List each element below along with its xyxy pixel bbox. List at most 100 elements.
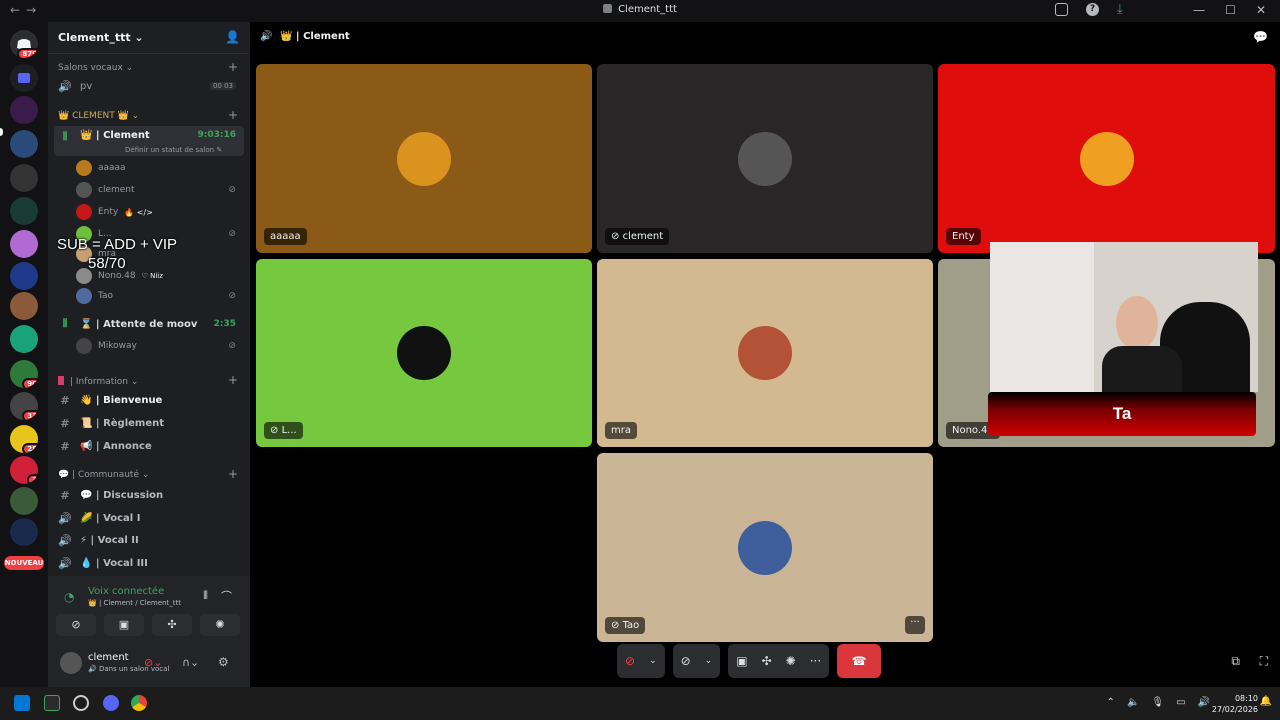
- mic-muted-icon[interactable]: ⊘⌄: [144, 656, 162, 669]
- settings-gear-icon[interactable]: ⚙: [218, 655, 229, 669]
- channel-annonce[interactable]: # 📢 | Annonce: [54, 436, 244, 456]
- voice-user[interactable]: clement ⊘: [76, 180, 240, 200]
- avatar[interactable]: [60, 652, 82, 674]
- guild-header[interactable]: Clement_ttt ⌄ 👤: [48, 22, 250, 54]
- signal-icon[interactable]: ◔: [64, 590, 74, 604]
- download-icon[interactable]: ⤓: [1117, 3, 1130, 16]
- participant-name: mra: [605, 422, 637, 439]
- tile-more-button[interactable]: ···: [905, 616, 925, 634]
- add-channel-icon[interactable]: +: [228, 467, 238, 481]
- server-icon-3[interactable]: [10, 164, 38, 192]
- maximize-button[interactable]: ☐: [1225, 3, 1236, 17]
- current-user-name[interactable]: clement: [88, 652, 129, 663]
- chrome-icon[interactable]: [131, 695, 147, 711]
- guild-name[interactable]: Clement_ttt ⌄: [58, 31, 144, 44]
- server-icon-13[interactable]: [10, 487, 38, 515]
- server-icon-2[interactable]: [10, 130, 38, 158]
- server-icon-9[interactable]: 90: [10, 360, 38, 388]
- server-icon-7[interactable]: [10, 292, 38, 320]
- voice-status[interactable]: Voix connectée: [88, 586, 164, 597]
- chevron-down-icon[interactable]: ⌄: [705, 656, 713, 666]
- camera-toggle[interactable]: ⊘ ⌄: [672, 644, 721, 678]
- channel-vocal-2[interactable]: 🔊 ⚡ | Vocal II: [54, 530, 244, 550]
- server-icon-8[interactable]: [10, 325, 38, 353]
- clock[interactable]: 08:10 27/02/2026: [1212, 693, 1258, 715]
- network-icon[interactable]: ▭: [1176, 697, 1185, 708]
- category-voice[interactable]: Salons vocaux ⌄: [58, 63, 133, 73]
- screen-share-icon[interactable]: ▣: [736, 654, 747, 668]
- mic-muted-icon[interactable]: ⊘: [625, 654, 635, 668]
- server-icon-14[interactable]: [10, 518, 38, 546]
- add-channel-icon[interactable]: +: [228, 373, 238, 387]
- channel-status[interactable]: Définir un statut de salon ✎: [125, 146, 222, 154]
- discord-taskbar-icon[interactable]: [103, 695, 119, 711]
- category-information[interactable]: | Information ⌄: [58, 376, 138, 387]
- server-icon-4[interactable]: [10, 197, 38, 225]
- server-icon-12[interactable]: 3: [10, 456, 38, 484]
- category-communaute[interactable]: 💬 | Communauté ⌄: [58, 470, 149, 480]
- chevron-up-icon[interactable]: ⌃: [1107, 697, 1115, 708]
- camera-off-icon[interactable]: ⊘: [681, 654, 691, 668]
- screen-share-button[interactable]: ▣: [104, 614, 144, 636]
- participant-tile[interactable]: ⊘ L...: [256, 259, 592, 447]
- noise-suppression-icon[interactable]: ⦀: [203, 589, 208, 603]
- category-clement[interactable]: 👑 CLEMENT 👑 ⌄: [58, 111, 139, 121]
- volume-icon[interactable]: 🔈: [1127, 697, 1139, 708]
- fullscreen-icon[interactable]: ⛶: [1260, 654, 1268, 669]
- chat-icon[interactable]: 💬: [1253, 30, 1268, 44]
- speaker-icon[interactable]: 🔊: [1198, 697, 1210, 708]
- close-button[interactable]: ✕: [1256, 3, 1266, 17]
- channel-bienvenue[interactable]: # 👋 | Bienvenue: [54, 390, 244, 410]
- notification-bell-icon[interactable]: 🔔: [1260, 696, 1272, 707]
- home-button[interactable]: 879: [10, 30, 38, 58]
- participant-tile[interactable]: mra: [597, 259, 933, 447]
- add-channel-icon[interactable]: +: [228, 60, 238, 74]
- windows-start-icon[interactable]: [14, 695, 30, 711]
- headphones-icon[interactable]: ∩⌄: [182, 656, 199, 669]
- mic-toggle[interactable]: ⊘ ⌄: [617, 644, 665, 678]
- participant-tile[interactable]: ⊘ clement: [597, 64, 933, 253]
- inbox-icon[interactable]: [1055, 3, 1068, 16]
- channel-reglement[interactable]: # 📜 | Règlement: [54, 413, 244, 433]
- server-icon-11[interactable]: 28: [10, 425, 38, 453]
- activities-button[interactable]: ✣: [152, 614, 192, 636]
- participant-tile[interactable]: aaaaa: [256, 64, 592, 253]
- channel-vocal-3[interactable]: 🔊 💧 | Vocal III: [54, 553, 244, 573]
- more-options-icon[interactable]: ···: [810, 654, 821, 668]
- chevron-down-icon[interactable]: ⌄: [649, 656, 657, 666]
- stream-overlay-count: 58/70: [88, 255, 126, 272]
- xbox-app-icon[interactable]: [44, 695, 60, 711]
- new-badge[interactable]: NOUVEAU: [4, 556, 44, 570]
- voice-channel-path[interactable]: 👑 | Clement / Clement_ttt: [88, 599, 181, 607]
- voice-user[interactable]: Enty 🔥 </>: [76, 202, 240, 222]
- server-icon-5[interactable]: [10, 230, 38, 258]
- add-channel-icon[interactable]: +: [228, 108, 238, 122]
- call-controls: ⊘ ⌄ ⊘ ⌄ ▣ ✣ ✺ ··· ☎: [617, 644, 882, 678]
- soundboard-icon[interactable]: ✺: [786, 654, 796, 668]
- minimize-button[interactable]: —: [1193, 3, 1205, 17]
- server-icon-6[interactable]: [10, 262, 38, 290]
- server-icon-starea[interactable]: [10, 96, 38, 124]
- channel-attente-de-moov[interactable]: ⦀ ⌛ | Attente de moov 2:35: [54, 314, 244, 334]
- voice-user[interactable]: Tao ⊘: [76, 286, 240, 306]
- channel-vocal-1[interactable]: 🔊 🌽 | Vocal I: [54, 508, 244, 528]
- channel-discussion[interactable]: # 💬 | Discussion: [54, 485, 244, 505]
- soundboard-button[interactable]: ✺: [200, 614, 240, 636]
- server-folder[interactable]: [10, 64, 38, 92]
- mic-muted-icon: ⊘: [611, 620, 623, 631]
- app-icon[interactable]: [73, 695, 89, 711]
- mic-icon[interactable]: 🎙: [1151, 697, 1164, 708]
- camera-button[interactable]: ⊘: [56, 614, 96, 636]
- server-icon-10[interactable]: 33: [10, 392, 38, 420]
- hangup-button[interactable]: ☎: [837, 644, 882, 678]
- participant-tile[interactable]: Enty: [938, 64, 1275, 253]
- participant-tile[interactable]: ⊘ Tao ···: [597, 453, 933, 642]
- popout-icon[interactable]: ⧉: [1231, 654, 1240, 669]
- help-icon[interactable]: ?: [1086, 3, 1099, 16]
- voice-user[interactable]: aaaaa: [76, 158, 240, 178]
- channel-pv[interactable]: 🔊 pv 00 03: [54, 76, 244, 96]
- activities-icon[interactable]: ✣: [762, 654, 772, 668]
- voice-user[interactable]: Mikoway ⊘: [76, 336, 240, 356]
- disconnect-icon[interactable]: ⌒: [221, 588, 232, 604]
- add-member-icon[interactable]: 👤: [225, 30, 240, 44]
